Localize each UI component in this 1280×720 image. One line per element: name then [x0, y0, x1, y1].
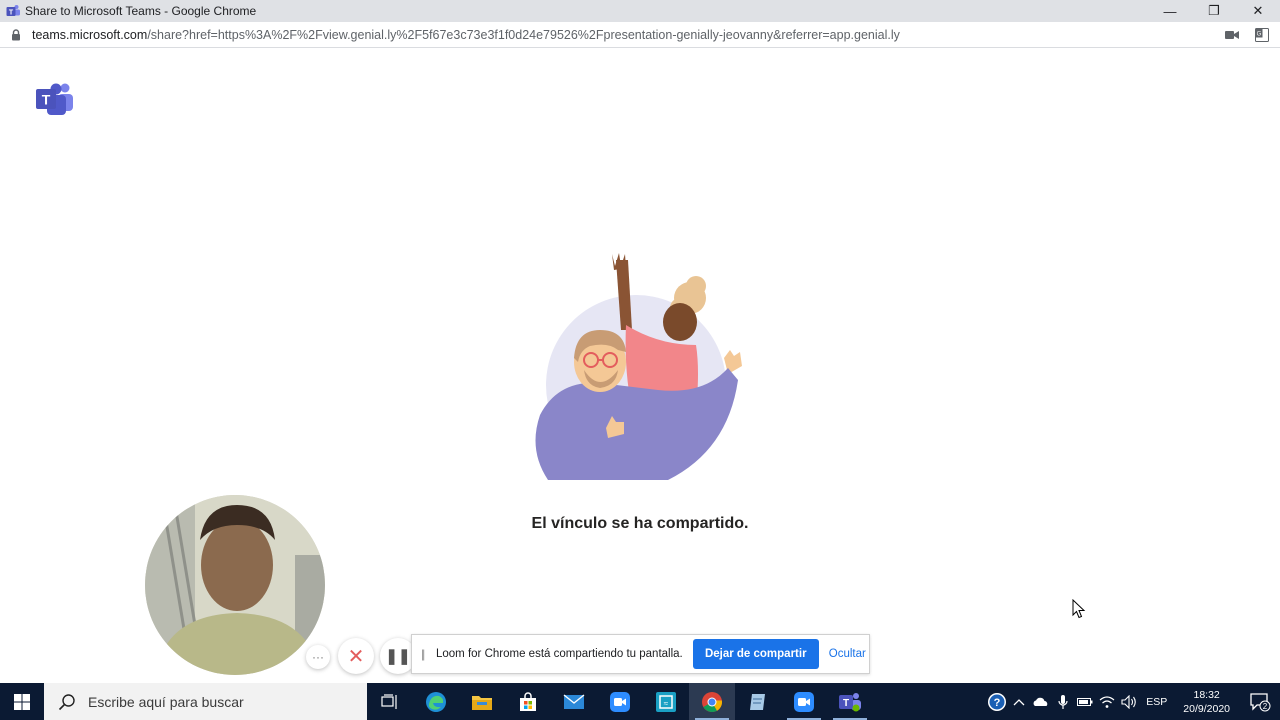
microsoft-teams-logo: T [35, 82, 73, 116]
volume-icon[interactable] [1118, 683, 1140, 720]
taskbar-edge[interactable] [413, 683, 459, 720]
drag-handle-icon[interactable]: || [421, 647, 427, 661]
task-view-icon [381, 693, 397, 709]
taskbar-zoom-2[interactable] [781, 683, 827, 720]
app-icon: ≈ [656, 691, 676, 712]
loom-cancel-recording-button[interactable]: ✕ [338, 638, 374, 674]
stop-sharing-button[interactable]: Dejar de compartir [692, 639, 819, 669]
taskbar-search-box[interactable]: Escribe aquí para buscar [44, 683, 367, 720]
taskbar-teams[interactable]: T [827, 683, 873, 720]
taskbar-chrome[interactable] [689, 683, 735, 720]
zoom-icon [610, 691, 630, 712]
url-path: /share?href=https%3A%2F%2Fview.genial.ly… [147, 27, 900, 42]
task-view-button[interactable] [367, 683, 413, 720]
svg-text:≈: ≈ [664, 699, 669, 708]
svg-text:T: T [843, 698, 849, 709]
lock-icon[interactable] [11, 28, 21, 41]
microphone-icon[interactable] [1052, 683, 1074, 720]
onedrive-icon[interactable] [1030, 683, 1052, 720]
close-window-button[interactable]: ✕ [1236, 0, 1280, 22]
url-host: teams.microsoft.com [32, 27, 148, 42]
notification-count: 2 [1263, 702, 1268, 711]
folder-icon [472, 695, 492, 710]
svg-text:T: T [42, 92, 51, 108]
camera-in-use-icon[interactable] [1224, 26, 1240, 44]
taskbar-mail[interactable] [551, 683, 597, 720]
hide-sharebar-button[interactable]: Ocultar [829, 648, 866, 660]
store-icon [520, 691, 536, 711]
clock-time: 18:32 [1193, 688, 1220, 701]
search-icon [58, 693, 76, 711]
notification-icon: 2 [1250, 692, 1271, 711]
taskbar-file-explorer[interactable] [459, 683, 505, 720]
screen-sharing-bar: || Loom for Chrome está compartiendo tu … [411, 634, 870, 674]
taskbar-app-green[interactable]: ≈ [643, 683, 689, 720]
start-button[interactable] [0, 683, 44, 720]
window-titlebar: T Share to Microsoft Teams - Google Chro… [0, 0, 1280, 22]
sharing-status-text: Loom for Chrome está compartiendo tu pan… [436, 648, 683, 660]
taskbar-store[interactable] [505, 683, 551, 720]
teams-favicon-icon: T [6, 4, 20, 18]
clock-date: 20/9/2020 [1183, 702, 1230, 715]
notepad-icon [750, 693, 765, 710]
restore-button[interactable]: ❐ [1192, 0, 1236, 22]
loom-webcam-bubble[interactable] [145, 495, 325, 675]
svg-text:T: T [9, 9, 14, 16]
search-placeholder: Escribe aquí para buscar [88, 693, 244, 710]
mouse-cursor-icon [1072, 598, 1086, 619]
window-title: Share to Microsoft Teams - Google Chrome [25, 4, 257, 18]
windows-taskbar: Escribe aquí para buscar ≈ T ? ESP 18:32… [0, 683, 1280, 720]
mail-icon [563, 693, 585, 709]
teams-icon: T [839, 692, 861, 711]
help-icon[interactable]: ? [986, 683, 1008, 720]
svg-text:G: G [1257, 32, 1262, 38]
system-clock[interactable]: 18:32 20/9/2020 [1183, 688, 1230, 716]
translate-icon[interactable]: G [1254, 26, 1270, 44]
loom-more-options-button[interactable]: ··· [306, 645, 330, 669]
shared-success-illustration [528, 250, 752, 486]
input-language[interactable]: ESP [1146, 696, 1167, 708]
url-text[interactable]: teams.microsoft.com/share?href=https%3A%… [32, 28, 900, 42]
svg-text:?: ? [994, 697, 1001, 709]
show-hidden-icons-icon[interactable] [1008, 683, 1030, 720]
battery-icon[interactable] [1074, 683, 1096, 720]
taskbar-zoom[interactable] [597, 683, 643, 720]
edge-icon [426, 691, 446, 712]
zoom-icon [794, 691, 814, 712]
minimize-button[interactable]: — [1148, 0, 1192, 22]
wifi-icon[interactable] [1096, 683, 1118, 720]
taskbar-notepad[interactable] [735, 683, 781, 720]
windows-logo-icon [14, 693, 30, 710]
address-bar[interactable]: teams.microsoft.com/share?href=https%3A%… [0, 22, 1280, 48]
action-center-button[interactable]: 2 [1240, 683, 1280, 720]
chrome-icon [702, 691, 723, 712]
